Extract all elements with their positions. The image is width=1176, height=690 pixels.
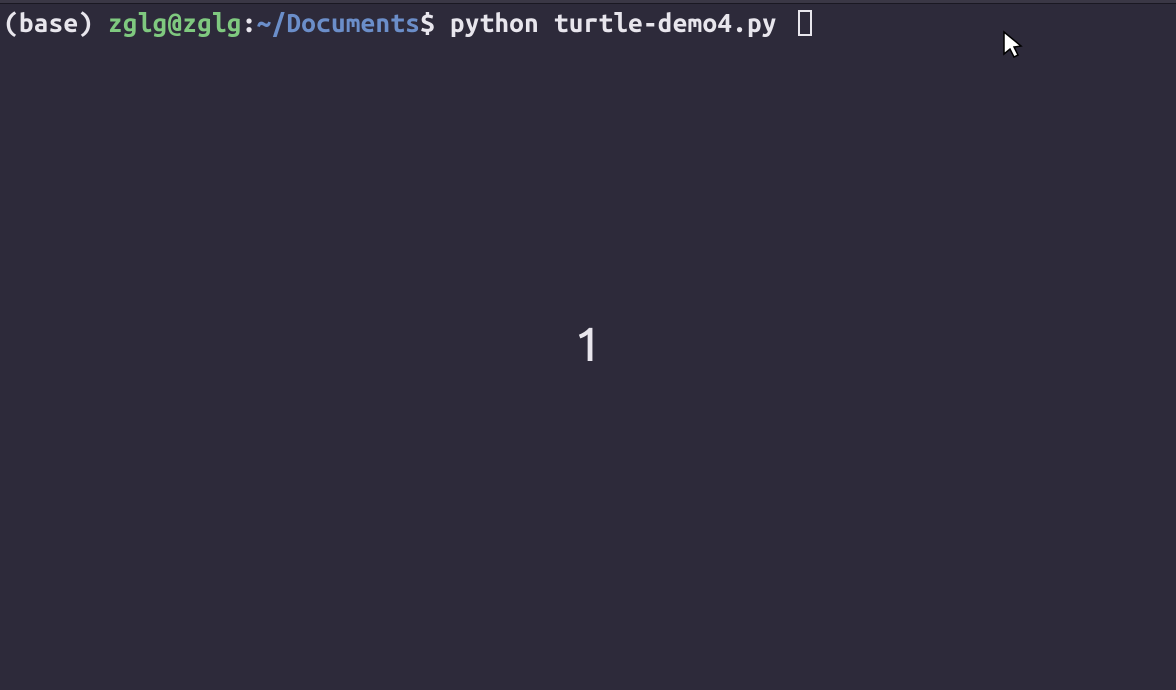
terminal-area[interactable]: (base) zglg@zglg:~/Documents$ python tur… — [0, 4, 1176, 42]
user-host: zglg@zglg — [108, 8, 242, 37]
conda-env-prefix: (base) — [4, 8, 108, 37]
terminal-cursor — [798, 10, 812, 36]
working-directory: ~/Documents — [257, 8, 420, 37]
prompt-line: (base) zglg@zglg:~/Documents$ python tur… — [4, 8, 1172, 38]
command-text: python turtle-demo4.py — [435, 8, 792, 37]
path-separator: : — [242, 8, 257, 37]
output-number: 1 — [574, 317, 601, 371]
prompt-symbol: $ — [420, 8, 435, 37]
